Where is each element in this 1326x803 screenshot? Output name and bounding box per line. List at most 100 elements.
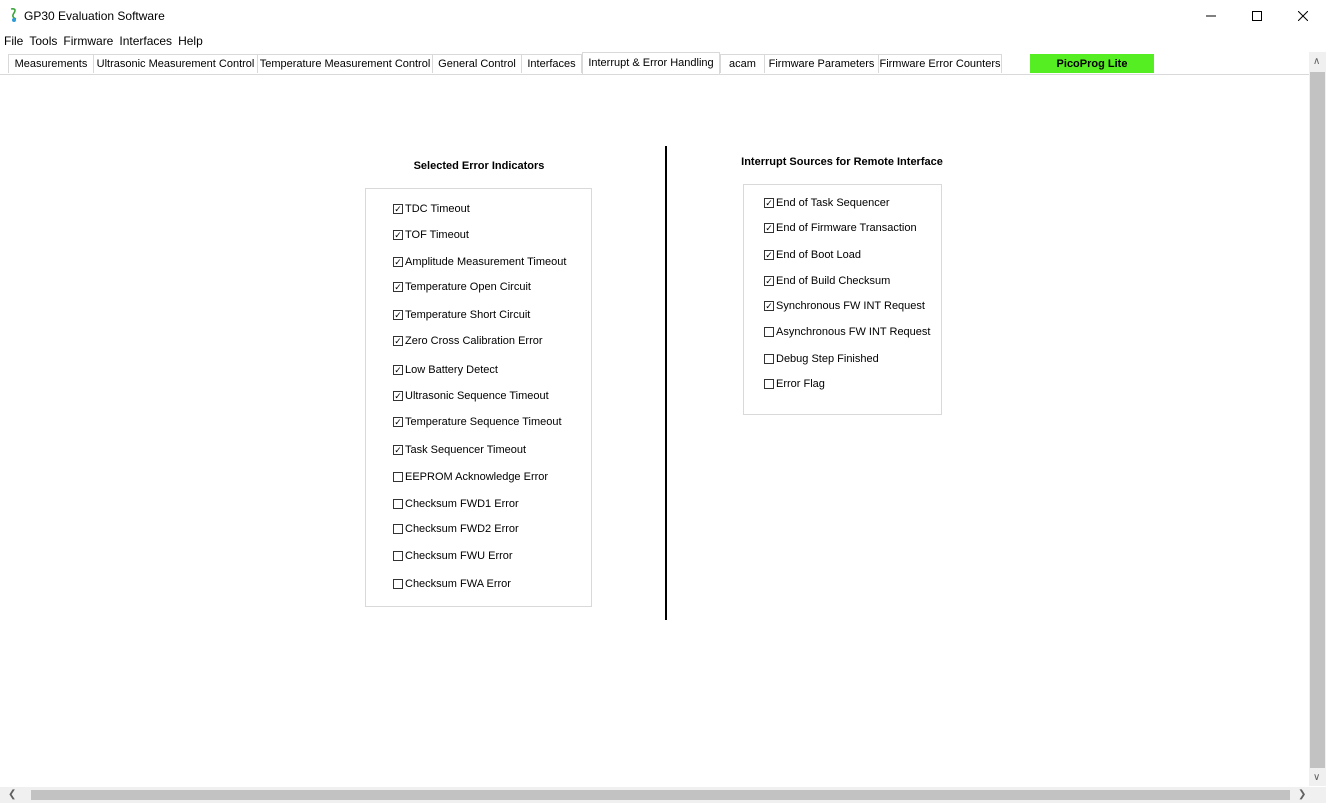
checkbox-label: End of Build Checksum — [776, 275, 891, 287]
checkmark-icon[interactable]: ✓ — [764, 198, 774, 208]
checkbox-end-of-build-checksum[interactable]: ✓ End of Build Checksum — [764, 275, 890, 287]
menu-file[interactable]: File — [0, 32, 26, 50]
checkbox-end-of-boot-load[interactable]: ✓ End of Boot Load — [764, 249, 861, 261]
checkbox-temperature-short-circuit[interactable]: ✓ Temperature Short Circuit — [393, 309, 530, 321]
checkbox-checksum-fwa-error[interactable]: Checksum FWA Error — [393, 578, 511, 590]
close-button[interactable] — [1280, 0, 1326, 32]
checkbox-label: Task Sequencer Timeout — [405, 444, 527, 456]
minimize-icon — [1206, 15, 1216, 17]
checkbox-eeprom-acknowledge-error[interactable]: EEPROM Acknowledge Error — [393, 471, 548, 483]
title-bar: GP30 Evaluation Software — [0, 0, 1326, 32]
checkbox-label: Zero Cross Calibration Error — [405, 335, 543, 347]
checkmark-icon[interactable]: ✓ — [393, 257, 403, 267]
checkbox-debug-step-finished[interactable]: Debug Step Finished — [764, 353, 879, 365]
checkmark-icon[interactable]: ✓ — [393, 204, 403, 214]
checkbox-label: Temperature Short Circuit — [405, 309, 531, 321]
checkbox-box[interactable] — [393, 524, 403, 534]
checkbox-end-of-firmware-transaction[interactable]: ✓ End of Firmware Transaction — [764, 222, 917, 234]
tab-picoprog-lite[interactable]: PicoProg Lite — [1030, 54, 1154, 73]
checkbox-box[interactable] — [393, 472, 403, 482]
tab-acam[interactable]: acam — [720, 54, 765, 73]
checkbox-box[interactable] — [764, 327, 774, 337]
checkbox-end-of-task-sequencer[interactable]: ✓ End of Task Sequencer — [764, 197, 890, 209]
checkmark-icon[interactable]: ✓ — [393, 391, 403, 401]
checkbox-label: Error Flag — [776, 378, 825, 390]
close-icon — [1298, 11, 1308, 21]
checkbox-low-battery-detect[interactable]: ✓ Low Battery Detect — [393, 364, 498, 376]
checkbox-checksum-fwu-error[interactable]: Checksum FWU Error — [393, 550, 513, 562]
tab-firmware-error-counters[interactable]: Firmware Error Counters — [878, 54, 1002, 73]
checkbox-label: Asynchronous FW INT Request — [776, 326, 931, 338]
checkbox-synchronous-fw-int-request[interactable]: ✓ Synchronous FW INT Request — [764, 300, 925, 312]
scroll-left-icon[interactable]: ❮ — [8, 789, 16, 800]
window-title: GP30 Evaluation Software — [24, 9, 165, 23]
menu-help[interactable]: Help — [175, 32, 206, 50]
tab-ultrasonic-measurement-control[interactable]: Ultrasonic Measurement Control — [93, 54, 258, 73]
checkbox-label: Checksum FWD1 Error — [405, 498, 519, 510]
checkmark-icon[interactable]: ✓ — [764, 223, 774, 233]
error-panel-heading: Selected Error Indicators — [413, 160, 545, 172]
checkbox-box[interactable] — [764, 379, 774, 389]
checkbox-tof-timeout[interactable]: ✓ TOF Timeout — [393, 229, 469, 241]
checkbox-amplitude-measurement-timeout[interactable]: ✓ Amplitude Measurement Timeout — [393, 256, 566, 268]
checkbox-label: EEPROM Acknowledge Error — [405, 471, 549, 483]
checkbox-asynchronous-fw-int-request[interactable]: Asynchronous FW INT Request — [764, 326, 930, 338]
tab-general-control[interactable]: General Control — [432, 54, 522, 73]
checkmark-icon[interactable]: ✓ — [393, 282, 403, 292]
checkbox-label: End of Boot Load — [776, 249, 862, 261]
tab-temperature-measurement-control[interactable]: Temperature Measurement Control — [257, 54, 433, 73]
checkbox-label: Ultrasonic Sequence Timeout — [405, 390, 549, 402]
checkbox-box[interactable] — [393, 579, 403, 589]
app-icon — [10, 8, 17, 22]
tab-measurements[interactable]: Measurements — [8, 54, 94, 73]
panel-divider — [665, 146, 667, 620]
checkbox-tdc-timeout[interactable]: ✓ TDC Timeout — [393, 203, 470, 215]
tab-interfaces[interactable]: Interfaces — [521, 54, 582, 73]
scroll-up-icon[interactable]: ∧ — [1313, 56, 1320, 67]
checkbox-checksum-fwd2-error[interactable]: Checksum FWD2 Error — [393, 523, 519, 535]
checkbox-label: TDC Timeout — [405, 203, 470, 215]
horizontal-scrollbar-thumb[interactable] — [31, 790, 1290, 800]
tab-strip: Measurements Ultrasonic Measurement Cont… — [0, 52, 1310, 75]
checkmark-icon[interactable]: ✓ — [393, 230, 403, 240]
menu-firmware[interactable]: Firmware — [60, 32, 116, 50]
checkbox-checksum-fwd1-error[interactable]: Checksum FWD1 Error — [393, 498, 519, 510]
menu-tools[interactable]: Tools — [26, 32, 60, 50]
checkbox-temperature-open-circuit[interactable]: ✓ Temperature Open Circuit — [393, 281, 531, 293]
checkbox-temperature-sequence-timeout[interactable]: ✓ Temperature Sequence Timeout — [393, 416, 562, 428]
checkbox-label: Amplitude Measurement Timeout — [405, 256, 567, 268]
checkmark-icon[interactable]: ✓ — [393, 336, 403, 346]
maximize-button[interactable] — [1234, 0, 1280, 32]
checkmark-icon[interactable]: ✓ — [764, 301, 774, 311]
vertical-scrollbar-thumb[interactable] — [1310, 72, 1325, 768]
checkmark-icon[interactable]: ✓ — [764, 250, 774, 260]
checkbox-label: End of Task Sequencer — [776, 197, 890, 209]
checkbox-box[interactable] — [393, 499, 403, 509]
maximize-icon — [1252, 11, 1262, 21]
checkmark-icon[interactable]: ✓ — [764, 276, 774, 286]
checkbox-label: Synchronous FW INT Request — [776, 300, 925, 312]
checkmark-icon[interactable]: ✓ — [393, 310, 403, 320]
tab-interrupt-error-handling[interactable]: Interrupt & Error Handling — [582, 52, 720, 74]
menu-bar: File Tools Firmware Interfaces Help — [0, 32, 1326, 50]
minimize-button[interactable] — [1188, 0, 1234, 32]
tab-firmware-parameters[interactable]: Firmware Parameters — [764, 54, 879, 73]
checkbox-label: End of Firmware Transaction — [776, 222, 917, 234]
checkbox-label: Checksum FWA Error — [405, 578, 511, 590]
menu-interfaces[interactable]: Interfaces — [116, 32, 175, 50]
checkbox-label: Debug Step Finished — [776, 353, 879, 365]
checkbox-zero-cross-calibration-error[interactable]: ✓ Zero Cross Calibration Error — [393, 335, 543, 347]
scroll-down-icon[interactable]: ∨ — [1313, 772, 1320, 783]
checkmark-icon[interactable]: ✓ — [393, 365, 403, 375]
checkbox-label: Low Battery Detect — [405, 364, 498, 376]
checkbox-task-sequencer-timeout[interactable]: ✓ Task Sequencer Timeout — [393, 444, 526, 456]
checkmark-icon[interactable]: ✓ — [393, 417, 403, 427]
checkbox-error-flag[interactable]: Error Flag — [764, 378, 825, 390]
checkbox-box[interactable] — [393, 551, 403, 561]
checkbox-ultrasonic-sequence-timeout[interactable]: ✓ Ultrasonic Sequence Timeout — [393, 390, 549, 402]
checkbox-label: Checksum FWD2 Error — [405, 523, 519, 535]
scroll-right-icon[interactable]: ❯ — [1298, 789, 1306, 800]
checkmark-icon[interactable]: ✓ — [393, 445, 403, 455]
checkbox-box[interactable] — [764, 354, 774, 364]
checkbox-label: Temperature Sequence Timeout — [405, 416, 562, 428]
